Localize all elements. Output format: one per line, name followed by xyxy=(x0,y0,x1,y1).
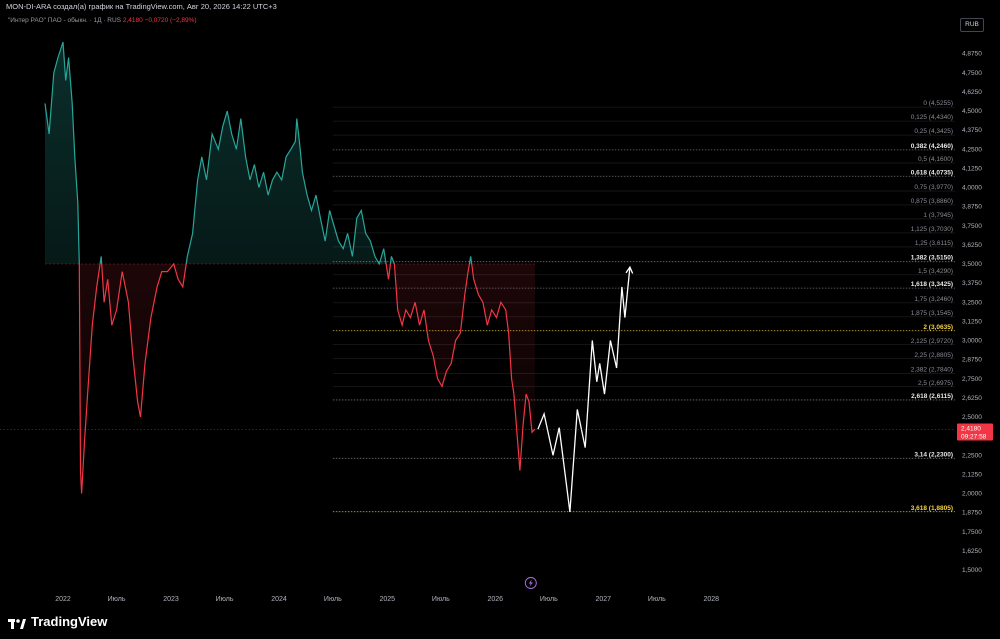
projection-line xyxy=(537,267,631,512)
down-area xyxy=(45,264,535,494)
y-tick-label: 3,3750 xyxy=(962,280,982,287)
fib-label: 0,75 (3,9770) xyxy=(914,184,953,191)
y-tick-label: 3,5000 xyxy=(962,261,982,268)
y-tick-label: 1,5000 xyxy=(962,567,982,574)
x-tick-label: Июль xyxy=(216,596,234,603)
x-tick-label: Июль xyxy=(432,596,450,603)
y-tick-label: 2,5000 xyxy=(962,414,982,421)
fib-label: 1,125 (3,7030) xyxy=(911,226,953,233)
fib-label: 1,875 (3,1545) xyxy=(911,310,953,317)
price-axis[interactable]: 4,8750 4,7500 4,6250 4,5000 4,3750 4,2500 4,12… xyxy=(962,51,982,574)
fib-label: 2,5 (2,6975) xyxy=(918,380,953,387)
y-tick-label: 4,7500 xyxy=(962,70,982,77)
fib-label: 0 (4,5255) xyxy=(923,100,953,107)
fib-label: 2,25 (2,8805) xyxy=(914,352,953,359)
x-tick-label: 2028 xyxy=(704,596,720,603)
y-tick-label: 4,8750 xyxy=(962,51,982,58)
fib-label: 0,382 (4,2460) xyxy=(911,143,953,150)
y-tick-label: 4,0000 xyxy=(962,185,982,192)
y-tick-label: 4,6250 xyxy=(962,89,982,96)
x-tick-label: Июль xyxy=(648,596,666,603)
y-tick-label: 4,3750 xyxy=(962,127,982,134)
tv-logo-icon xyxy=(8,617,26,629)
countdown-label: 09:27:58 xyxy=(961,434,987,441)
fib-label: 1,25 (3,6115) xyxy=(915,240,953,247)
fib-label: 0,618 (4,0735) xyxy=(911,169,953,176)
x-tick-label: 2023 xyxy=(163,596,179,603)
time-axis[interactable]: 2022 Июль 2023 Июль 2024 Июль 2025 Июль 2026 Июль… xyxy=(55,596,719,603)
y-tick-label: 4,2500 xyxy=(962,146,982,153)
fib-label: 0,875 (3,8860) xyxy=(911,198,953,205)
fib-label: 1,382 (3,5150) xyxy=(911,255,953,262)
y-tick-label: 4,5000 xyxy=(962,108,982,115)
baseline-areas xyxy=(44,42,535,494)
y-tick-label: 3,2500 xyxy=(962,299,982,306)
y-tick-label: 2,8750 xyxy=(962,357,982,364)
x-tick-label: 2025 xyxy=(380,596,396,603)
price-chart[interactable]: 0 (4,5255) 0,125 (4,4340) 0,25 (4,3425) 0,3… xyxy=(0,0,1000,639)
y-tick-label: 4,1250 xyxy=(962,165,982,172)
fib-label: 2 (3,0635) xyxy=(923,324,953,331)
fib-label: 2,618 (2,6115) xyxy=(911,393,953,400)
fib-label: 1 (3,7945) xyxy=(923,212,953,219)
x-tick-label: Июль xyxy=(108,596,126,603)
y-tick-label: 1,6250 xyxy=(962,548,982,555)
y-tick-label: 1,7500 xyxy=(962,529,982,536)
x-tick-label: 2027 xyxy=(596,596,612,603)
y-tick-label: 3,8750 xyxy=(962,204,982,211)
y-tick-label: 2,2500 xyxy=(962,452,982,459)
fib-label: 3,618 (1,8805) xyxy=(911,505,953,512)
y-tick-label: 3,1250 xyxy=(962,318,982,325)
fib-label: 0,5 (4,1600) xyxy=(918,156,953,163)
y-tick-label: 3,0000 xyxy=(962,338,982,345)
x-tick-label: 2022 xyxy=(55,596,71,603)
y-tick-label: 2,6250 xyxy=(962,395,982,402)
fib-label: 0,125 (4,4340) xyxy=(911,114,953,121)
fib-label: 1,618 (3,3425) xyxy=(911,281,953,288)
y-tick-label: 1,8750 xyxy=(962,510,982,517)
lightning-glyph xyxy=(528,579,533,587)
fib-label: 2,382 (2,7840) xyxy=(911,367,953,374)
x-tick-label: 2024 xyxy=(271,596,287,603)
y-tick-label: 3,7500 xyxy=(962,223,982,230)
last-price-badge-label: 2,4180 xyxy=(961,426,981,433)
x-tick-label: 2026 xyxy=(488,596,504,603)
fib-label: 1,5 (3,4290) xyxy=(918,268,953,275)
y-tick-label: 2,7500 xyxy=(962,376,982,383)
y-tick-label: 2,1250 xyxy=(962,471,982,478)
price-markers: 2,418009:27:58 xyxy=(0,423,993,589)
x-tick-label: Июль xyxy=(540,596,558,603)
tv-brand: TradingView xyxy=(31,614,108,629)
fib-label: 1,75 (3,2460) xyxy=(914,296,953,303)
y-tick-label: 3,6250 xyxy=(962,242,982,249)
projection-path[interactable] xyxy=(537,265,634,512)
x-tick-label: Июль xyxy=(324,596,342,603)
fib-label: 3,14 (2,2300) xyxy=(914,451,953,458)
fib-label: 2,125 (2,9720) xyxy=(911,338,953,345)
tradingview-logo: TradingView xyxy=(8,614,107,629)
fib-label: 0,25 (4,3425) xyxy=(914,128,953,135)
y-tick-label: 2,0000 xyxy=(962,491,982,498)
